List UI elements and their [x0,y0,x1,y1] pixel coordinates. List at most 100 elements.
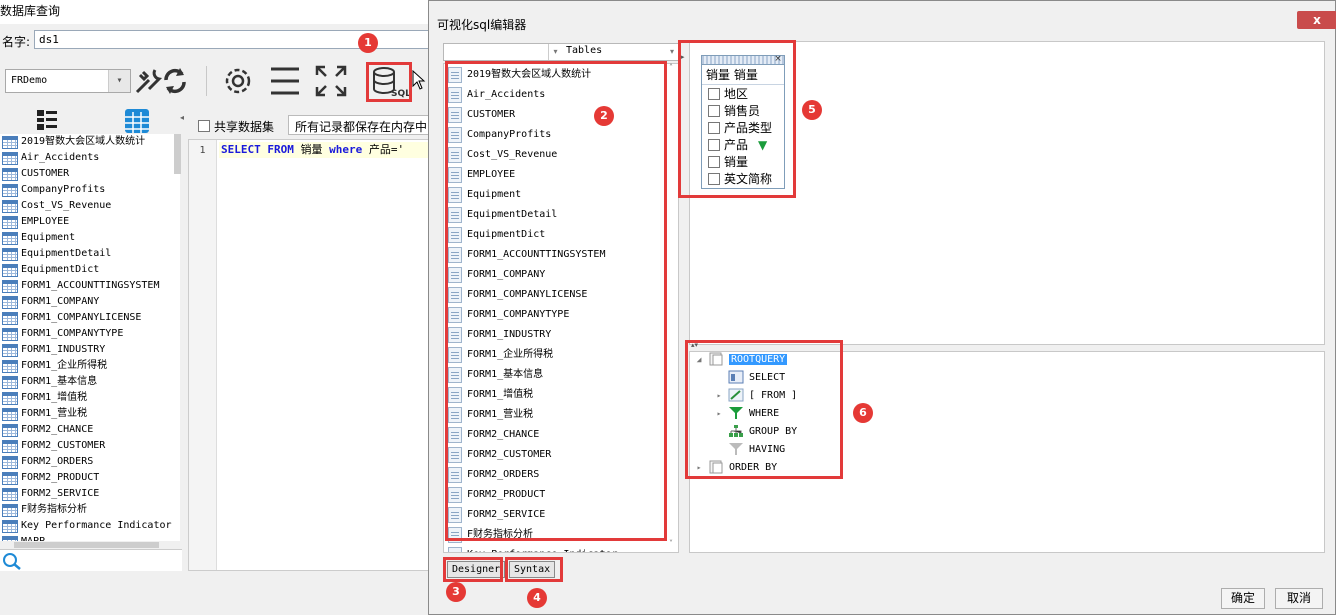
bg-table-item[interactable]: FORM2_SERVICE [0,486,180,502]
table-icon [2,183,18,197]
table-icon [2,455,18,469]
bg-table-item[interactable]: Equipment [0,230,180,246]
annotation-badge: 6 [853,403,873,423]
list-view-icon[interactable] [36,109,58,131]
table-icon [2,375,18,389]
table-icon [2,311,18,325]
bg-table-item[interactable]: EquipmentDetail [0,246,180,262]
share-dataset-row[interactable]: 共享数据集 [198,117,274,135]
bg-table-item-label: EMPLOYEE [21,216,70,227]
bg-table-item[interactable]: FORM1_增值税 [0,390,180,406]
bg-table-item[interactable]: FORM2_PRODUCT [0,470,180,486]
fullscreen-icon[interactable] [314,64,348,98]
close-icon: x [1313,13,1321,27]
chevron-down-icon[interactable]: ▾ [666,44,678,60]
bg-table-item-label: EquipmentDetail [21,248,112,259]
bg-table-item[interactable]: F财务指标分析 [0,502,180,518]
table-icon [2,151,18,165]
gear-icon[interactable] [221,64,255,98]
annotation-badge: 3 [446,582,466,602]
bg-table-item[interactable]: CUSTOMER [0,166,180,182]
table-icon [2,263,18,277]
table-icon [2,327,18,341]
bg-table-item[interactable]: FORM2_CHANCE [0,422,180,438]
table-view-icon[interactable] [124,108,150,134]
scrollbar-thumb[interactable] [14,542,159,548]
table-icon [2,135,18,149]
search-icon[interactable] [2,552,22,570]
connection-select[interactable]: FRDemo ▾ [5,69,131,93]
bg-table-item[interactable]: FORM1_INDUSTRY [0,342,180,358]
table-icon [2,391,18,405]
sql-editor[interactable]: 1 SELECT FROM 销量 where 产品=' [188,139,430,571]
table-icon [2,247,18,261]
visual-sql-button[interactable]: SQL [366,62,412,102]
bg-table-item[interactable]: Cost_VS_Revenue [0,198,180,214]
collapse-arrow-icon[interactable]: ◂ [180,113,184,122]
bg-table-item[interactable]: Air_Accidents [0,150,180,166]
bg-table-item[interactable]: FORM1_营业税 [0,406,180,422]
sql-line[interactable]: SELECT FROM 销量 where 产品=' [219,142,430,158]
bg-table-item[interactable]: FORM2_ORDERS [0,454,180,470]
highlight-box-table-widget [678,40,796,198]
dialog-titlebar: 可视化sql编辑器 [429,9,1335,35]
close-button[interactable]: x [1297,11,1336,29]
bg-table-item-label: FORM2_PRODUCT [21,472,100,483]
bg-table-item-label: 2019智数大会区域人数统计 [21,136,146,147]
bg-table-item-label: FORM1_INDUSTRY [21,344,106,355]
table-icon [2,423,18,437]
mouse-cursor-icon [412,70,426,90]
vertical-scrollbar-thumb[interactable] [174,134,181,174]
bg-table-item[interactable]: FORM1_COMPANYTYPE [0,326,180,342]
bg-table-item[interactable]: Key Performance Indicator [0,518,180,534]
bg-table-item[interactable]: FORM1_COMPANY [0,294,180,310]
bg-table-item-label: Cost_VS_Revenue [21,200,112,211]
bg-table-item[interactable]: FORM2_CUSTOMER [0,438,180,454]
dialog-table-item[interactable]: Key Performance Indicator [448,547,618,552]
table-search-row [0,549,182,571]
highlight-box-query-tree [685,340,843,479]
chevron-down-icon[interactable]: ▾ [548,44,562,60]
scroll-down-icon[interactable]: ˅ [669,539,673,548]
line-number: 1 [199,145,206,156]
table-icon [2,439,18,453]
refresh-icon[interactable] [158,64,192,98]
bg-table-item[interactable]: EMPLOYEE [0,214,180,230]
share-label: 共享数据集 [214,119,275,134]
bg-table-item-label: Equipment [21,232,76,243]
highlight-box-designer-tab [443,557,503,582]
bg-table-item[interactable]: FORM1_企业所得税 [0,358,180,374]
sql-condition: 产品=' [368,143,405,156]
name-label: 名字: [2,35,31,49]
sql-keyword-from: FROM [267,143,294,156]
share-checkbox[interactable] [198,120,210,132]
bg-table-list: 2019智数大会区域人数统计 Air_Accidents CUSTOMER Compa… [0,134,180,544]
table-icon [2,343,18,357]
line-number-gutter: 1 [189,140,217,570]
bg-table-item-label: EquipmentDict [21,264,100,275]
ok-button[interactable]: 确定 [1221,588,1265,609]
cancel-button[interactable]: 取消 [1275,588,1323,609]
bg-table-item[interactable]: 2019智数大会区域人数统计 [0,134,180,150]
scroll-up-icon[interactable]: ˄ [669,63,673,72]
tables-combo[interactable]: ▾ Tables ▾ [443,43,679,61]
bg-table-item[interactable]: FORM1_ACCOUNTTINGSYSTEM [0,278,180,294]
horizontal-scrollbar[interactable] [0,541,180,549]
row-height-icon[interactable] [268,64,302,98]
bg-table-item-label: FORM1_企业所得税 [21,360,108,371]
bg-table-item-label: FORM2_SERVICE [21,488,100,499]
bg-table-item[interactable]: EquipmentDict [0,262,180,278]
annotation-badge: 4 [527,588,547,608]
bg-window-title: 数据库查询 [0,4,61,18]
bg-table-item-label: FORM2_CUSTOMER [21,440,106,451]
bg-table-item-label: FORM1_增值税 [21,392,88,403]
tables-combo-label: Tables [566,45,603,56]
cache-mode-select[interactable]: 所有记录都保存在内存中 [288,115,430,135]
table-icon [2,487,18,501]
bg-table-item-label: FORM1_COMPANYTYPE [21,328,124,339]
bg-table-item[interactable]: FORM1_基本信息 [0,374,180,390]
bg-table-item[interactable]: CompanyProfits [0,182,180,198]
bg-table-item-label: FORM1_COMPANYLICENSE [21,312,142,323]
table-icon [2,231,18,245]
bg-table-item[interactable]: FORM1_COMPANYLICENSE [0,310,180,326]
